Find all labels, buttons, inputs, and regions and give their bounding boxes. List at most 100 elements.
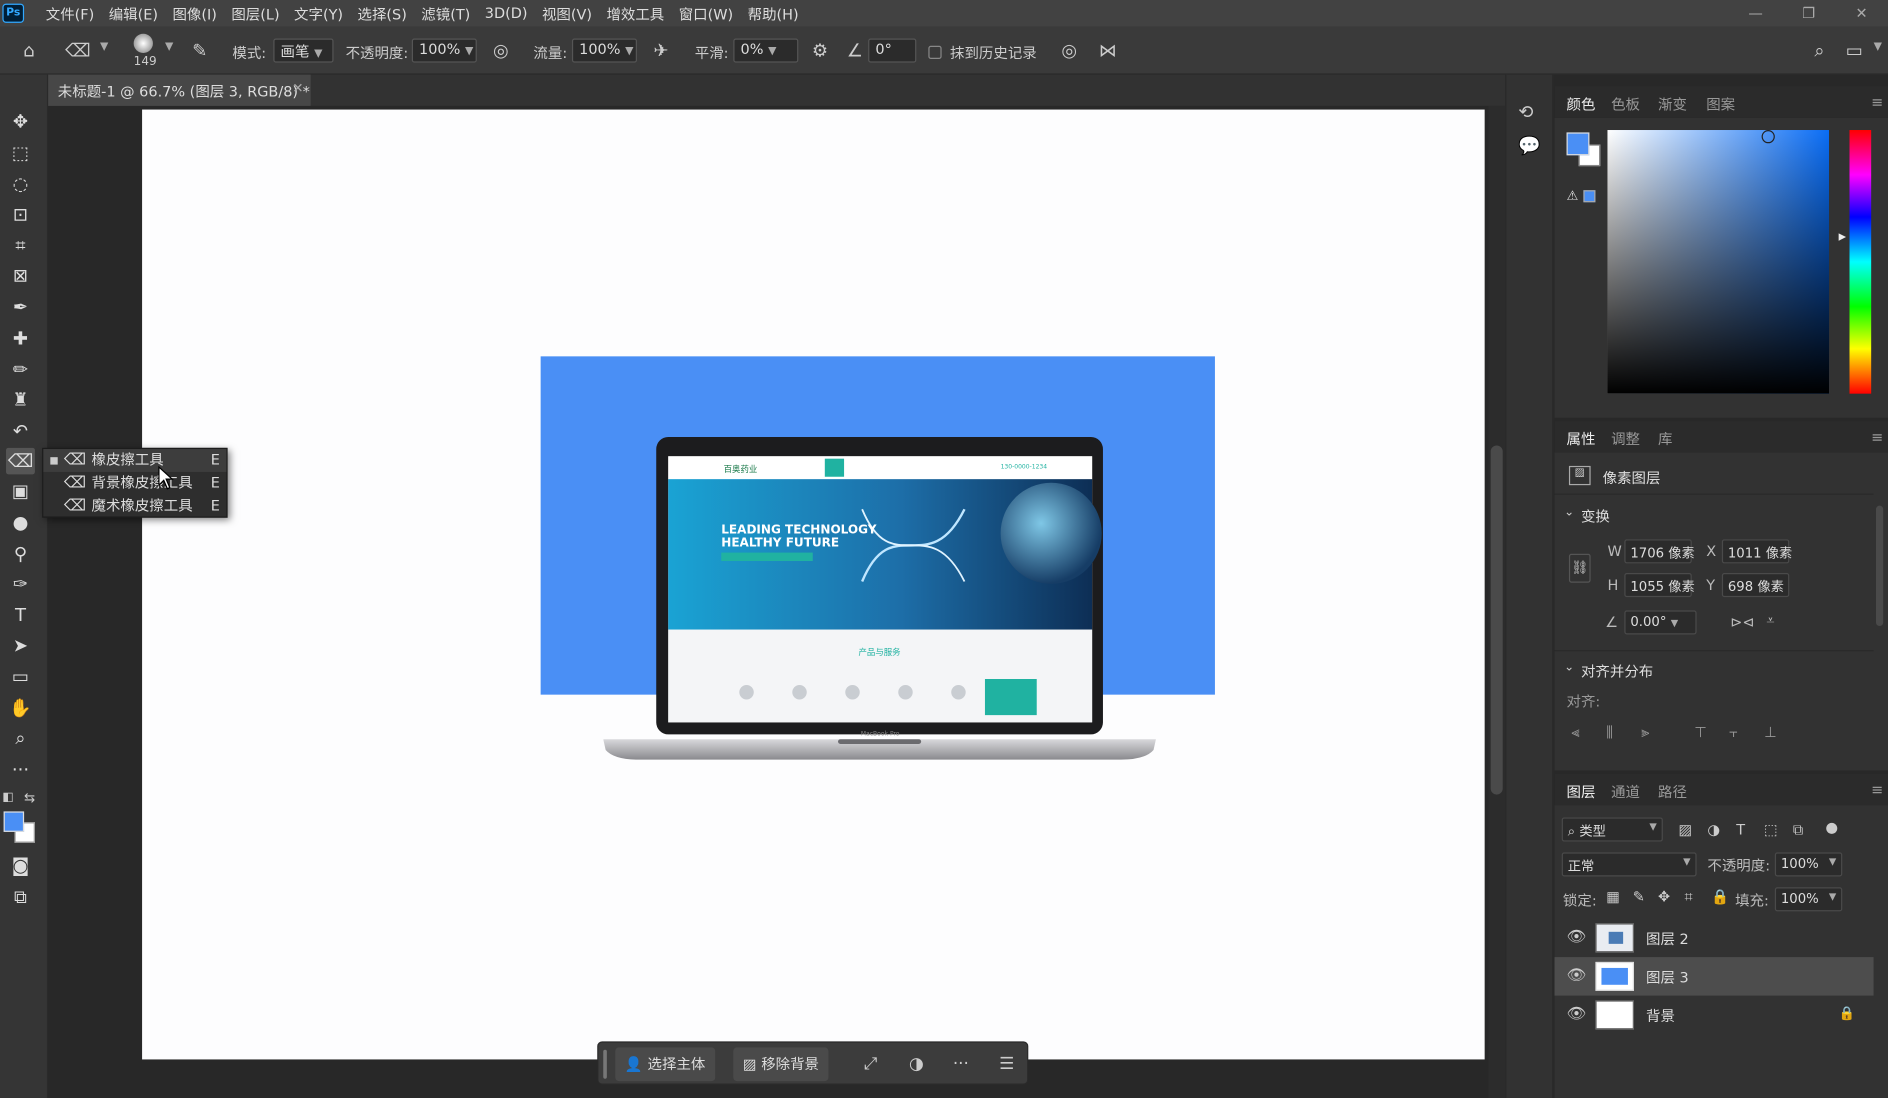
comments-panel-icon[interactable]: 💬 (1518, 135, 1541, 157)
flip-vertical-icon[interactable]: ⩡ (1766, 612, 1774, 630)
menu-filter[interactable]: 滤镜(T) (414, 3, 477, 23)
layer-filter-select[interactable]: ⌕ 类型 ▼ (1561, 817, 1663, 842)
flyout-item-magic-eraser[interactable]: ⌫ 魔术橡皮擦工具 E (43, 495, 226, 518)
filter-smart-object-icon[interactable]: ⧉ (1793, 821, 1803, 839)
drag-handle[interactable] (603, 1049, 607, 1079)
width-field[interactable]: 1706 像素 (1624, 539, 1695, 564)
menu-plugins[interactable]: 增效工具 (599, 3, 671, 23)
flip-horizontal-icon[interactable]: ⊳⊲ (1730, 614, 1754, 631)
eyedropper-tool-icon[interactable]: ✒ (6, 294, 35, 320)
filter-shape-icon[interactable]: ⬚ (1764, 821, 1778, 838)
tab-color[interactable]: 颜色 (1567, 94, 1596, 114)
web-safe-color-chip[interactable] (1583, 190, 1596, 203)
chevron-down-icon[interactable]: ▼ (165, 41, 173, 53)
quick-mask-icon[interactable]: ◙ (6, 852, 35, 878)
menu-file[interactable]: 文件(F) (39, 3, 102, 23)
marquee-tool-icon[interactable]: ⬚ (6, 140, 35, 166)
foreground-color-chip[interactable] (1566, 132, 1590, 156)
settings-sliders-icon[interactable]: ☰ (992, 1050, 1021, 1079)
menu-3d[interactable]: 3D(D) (478, 5, 535, 22)
align-vertical-centers-icon[interactable]: ⫟ (1729, 724, 1738, 742)
more-options-icon[interactable]: ··· (946, 1050, 975, 1079)
tab-patterns[interactable]: 图案 (1706, 94, 1735, 114)
close-icon[interactable]: ✕ (1835, 0, 1888, 26)
frame-tool-icon[interactable]: ⊠ (6, 262, 35, 288)
menu-window[interactable]: 窗口(W) (671, 3, 740, 23)
flyout-item-background-eraser[interactable]: ⌫ 背景橡皮擦工具 E (43, 472, 226, 495)
lasso-tool-icon[interactable]: ◌ (6, 171, 35, 197)
visibility-eye-icon[interactable]: 👁 (1567, 1005, 1587, 1023)
history-brush-tool-icon[interactable]: ↶ (6, 418, 35, 444)
layer-row[interactable]: 👁 图层 2 (1554, 919, 1873, 958)
tab-layers[interactable]: 图层 (1567, 781, 1596, 801)
mode-select[interactable]: 画笔 ▼ (273, 38, 334, 63)
menu-layer[interactable]: 图层(L) (224, 3, 287, 23)
chevron-down-icon[interactable]: ▼ (1874, 41, 1882, 53)
layer-row[interactable]: 👁 背景 🔒 (1554, 996, 1873, 1035)
menu-view[interactable]: 视图(V) (535, 3, 600, 23)
align-top-edges-icon[interactable]: ⊤ (1694, 724, 1707, 741)
hand-tool-icon[interactable]: ✋ (6, 695, 35, 721)
hue-slider-handle[interactable]: ▶ (1839, 231, 1846, 242)
workspace-icon[interactable]: ▭ (1842, 39, 1866, 63)
eraser-tool-icon[interactable]: ⌫ (6, 447, 35, 475)
type-tool-icon[interactable]: T (6, 602, 35, 628)
visibility-eye-icon[interactable]: 👁 (1567, 967, 1587, 985)
align-bottom-edges-icon[interactable]: ⊥ (1764, 724, 1777, 741)
opacity-field[interactable]: 100% ▼ (411, 38, 477, 63)
lock-artboard-icon[interactable]: ⌗ (1685, 888, 1693, 906)
transform-icon[interactable]: ⤢ (856, 1050, 885, 1079)
height-field[interactable]: 1055 像素 (1624, 573, 1695, 598)
chevron-down-icon[interactable]: ▼ (100, 41, 108, 53)
filter-pixel-icon[interactable]: ▨ (1679, 821, 1693, 838)
align-right-edges-icon[interactable]: ⫸ (1641, 724, 1649, 742)
fill-field[interactable]: 100% ▼ (1774, 887, 1843, 912)
screen-mode-icon[interactable]: ⧉ (6, 884, 35, 910)
visibility-eye-icon[interactable]: 👁 (1567, 928, 1587, 946)
chevron-down-icon[interactable]: ⌄ (1564, 506, 1574, 519)
restore-icon[interactable]: ❐ (1782, 0, 1835, 26)
lock-image-icon[interactable]: ✎ (1633, 888, 1645, 905)
pressure-size-icon[interactable]: ◎ (1057, 39, 1081, 63)
scrollbar-thumb[interactable] (1490, 445, 1503, 795)
pressure-opacity-icon[interactable]: ◎ (489, 39, 513, 63)
layer-name[interactable]: 背景 (1646, 1005, 1675, 1025)
search-icon[interactable]: ⌕ (1807, 39, 1831, 63)
rotation-field[interactable]: 0.00° ▼ (1624, 610, 1697, 635)
filter-adjustment-icon[interactable]: ◑ (1707, 821, 1720, 838)
gear-icon[interactable]: ⚙ (808, 39, 832, 63)
menu-image[interactable]: 图像(I) (165, 3, 224, 23)
layer-opacity-field[interactable]: 100% ▼ (1774, 852, 1843, 877)
default-colors-icon[interactable]: ◧ (2, 791, 13, 804)
tab-libraries[interactable]: 库 (1658, 429, 1672, 449)
align-horizontal-centers-icon[interactable]: ⫼ (1606, 724, 1613, 742)
flow-field[interactable]: 100% ▼ (571, 38, 637, 63)
layer-row[interactable]: 👁 图层 3 (1554, 957, 1874, 996)
brush-tool-icon[interactable]: ✏ (6, 356, 35, 382)
tab-adjustments[interactable]: 调整 (1611, 429, 1640, 449)
crop-tool-icon[interactable]: ⌗ (6, 232, 35, 258)
path-select-tool-icon[interactable]: ➤ (6, 632, 35, 658)
close-tab-icon[interactable]: ✕ (292, 81, 303, 97)
rectangle-tool-icon[interactable]: ▭ (6, 663, 35, 689)
eraser-preset-icon[interactable]: ⌫ (65, 39, 91, 63)
menu-help[interactable]: 帮助(H) (740, 3, 805, 23)
gamut-warning-icon[interactable]: ⚠ (1567, 188, 1579, 204)
minimize-icon[interactable]: — (1729, 0, 1782, 26)
remove-background-button[interactable]: ▨ 移除背景 (733, 1047, 829, 1082)
link-icon[interactable]: ⛓ (1568, 553, 1591, 583)
tab-properties[interactable]: 属性 (1567, 429, 1596, 449)
tab-gradients[interactable]: 渐变 (1658, 94, 1687, 114)
history-panel-icon[interactable]: ⟲ (1518, 101, 1533, 123)
blend-mode-select[interactable]: 正常 ▼ (1561, 852, 1697, 877)
symmetry-icon[interactable]: ⋈ (1096, 39, 1120, 63)
move-tool-icon[interactable]: ✥ (6, 108, 35, 134)
angle-field[interactable]: 0° (868, 38, 917, 63)
y-field[interactable]: 698 像素 (1721, 573, 1790, 598)
menu-edit[interactable]: 编辑(E) (101, 3, 165, 23)
stamp-tool-icon[interactable]: ♜ (6, 386, 35, 412)
erase-history-checkbox[interactable] (928, 45, 942, 59)
tab-paths[interactable]: 路径 (1658, 781, 1687, 801)
home-icon[interactable]: ⌂ (17, 39, 41, 63)
panel-menu-icon[interactable]: ≡ (1871, 429, 1883, 446)
